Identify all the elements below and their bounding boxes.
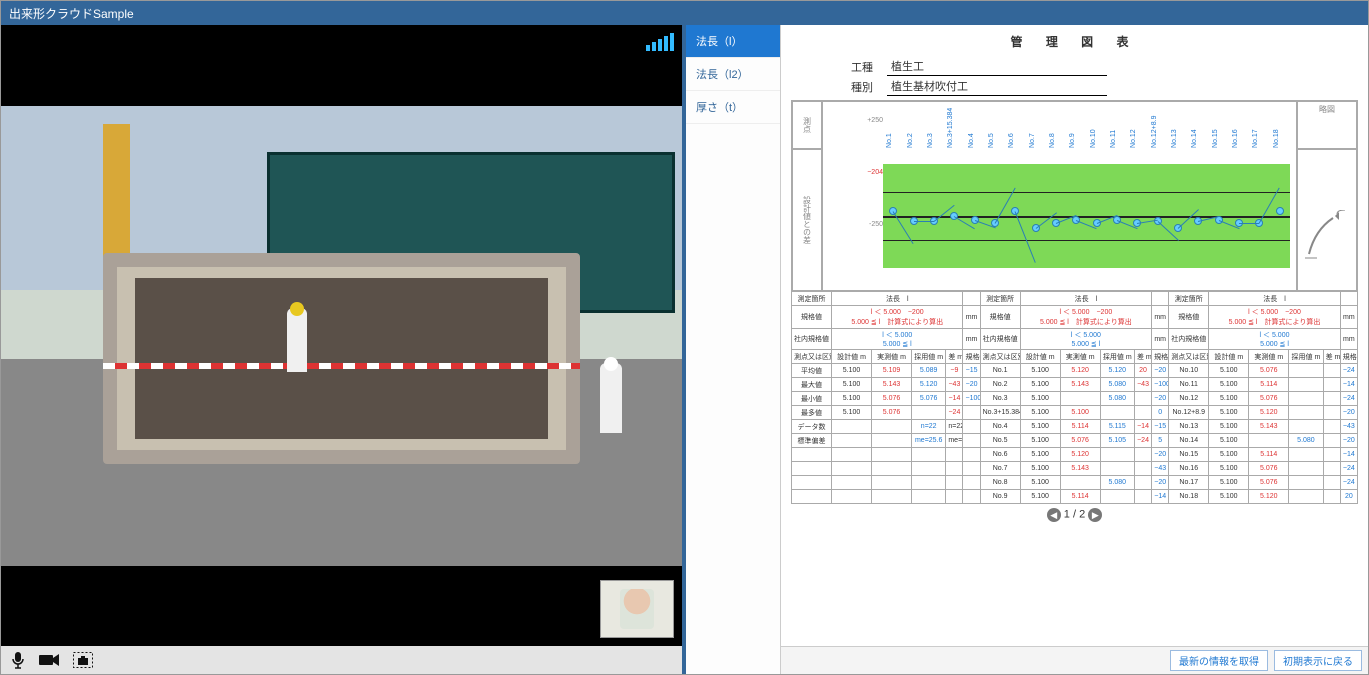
pager-next-button[interactable]: ▶ xyxy=(1088,508,1102,522)
x-tick-label: No.9 xyxy=(1069,133,1076,148)
x-tick-label: No.14 xyxy=(1191,129,1198,148)
sketch-icon xyxy=(1305,210,1349,262)
table-row: 最小値5.1005.0765.076−14−100No.35.1005.080−… xyxy=(792,392,1358,406)
x-tick-label: No.8 xyxy=(1049,133,1056,148)
pager-prev-button[interactable]: ◀ xyxy=(1047,508,1061,522)
x-tick-label: No.12 xyxy=(1130,129,1137,148)
site-photo xyxy=(1,106,682,566)
x-tick-label: No.7 xyxy=(1029,133,1036,148)
capture-icon[interactable] xyxy=(73,652,93,668)
table-row: No.95.1005.114−14No.185.1005.12020 xyxy=(792,490,1358,504)
sidebar-item-t[interactable]: 厚さ（t） xyxy=(686,91,780,124)
table-row: No.65.1005.120−20No.155.1005.114−14 xyxy=(792,448,1358,462)
x-tick-label: No.10 xyxy=(1090,129,1097,148)
row-label-diff: 設計値との差 xyxy=(792,149,822,291)
x-tick-label: No.5 xyxy=(988,133,995,148)
control-chart: No.1 No.2 No.3 No.3+15.384 No.4 No.5 No.6 No.7 N… xyxy=(823,102,1296,290)
table-row: 最多値5.1005.076−24No.3+15.3845.1005.1000No… xyxy=(792,406,1358,420)
table-row: 平均値5.1005.1095.089−9−15No.15.1005.1205.1… xyxy=(792,364,1358,378)
refresh-button[interactable]: 最新の情報を取得 xyxy=(1170,650,1268,671)
table-row: 標準偏差me=25.6me=57.0No.55.1005.0765.105−24… xyxy=(792,434,1358,448)
sidebar-item-l[interactable]: 法長（l） xyxy=(686,25,780,58)
doc-title: 管 理 図 表 xyxy=(791,33,1358,50)
x-tick-label: No.13 xyxy=(1171,129,1178,148)
x-tick-label: No.6 xyxy=(1008,133,1015,148)
video-panel xyxy=(1,25,686,674)
table-row: 最大値5.1005.1435.120−43−20No.25.1005.1435.… xyxy=(792,378,1358,392)
pager: ◀ 1 / 2 ▶ xyxy=(791,504,1358,528)
x-tick-label: No.2 xyxy=(907,133,914,148)
label-略図: 略図 xyxy=(1297,101,1357,149)
video-area xyxy=(1,25,682,646)
video-toolbar xyxy=(1,646,682,674)
x-tick-label: No.15 xyxy=(1212,129,1219,148)
x-tick-label: No.3+15.384 xyxy=(947,108,954,148)
table-row: No.85.1005.080−20No.175.1005.076−24 xyxy=(792,476,1358,490)
table-row: データ数n=22n=22No.45.1005.1145.115−14−15No.… xyxy=(792,420,1358,434)
x-tick-label: No.12+8.9 xyxy=(1151,116,1158,149)
x-tick-label: No.1 xyxy=(886,133,893,148)
title-bar: 出来形クラウドSample xyxy=(1,1,1368,25)
reset-button[interactable]: 初期表示に戻る xyxy=(1274,650,1362,671)
x-tick-label: No.16 xyxy=(1232,129,1239,148)
report-document: 管 理 図 表 工種植生工 種別植生基材吹付工 測点 No.1No.2No.3N… xyxy=(781,25,1368,646)
camera-icon[interactable] xyxy=(39,653,59,667)
dimension-sidebar: 法長（l） 法長（l2） 厚さ（t） xyxy=(686,25,781,674)
bottom-bar: 最新の情報を取得 初期表示に戻る xyxy=(781,646,1368,674)
chart-point xyxy=(1276,207,1284,215)
spec-table: 測定箇所法長 l 測定箇所法長 l 測定箇所法長 l 規格値l ＜ 5.000 … xyxy=(791,291,1358,504)
x-tick-label: No.4 xyxy=(968,133,975,148)
microphone-icon[interactable] xyxy=(11,651,25,669)
x-tick-label: No.17 xyxy=(1252,129,1259,148)
row-label-測点: 測点 xyxy=(792,101,822,149)
sketch-cell xyxy=(1297,149,1357,291)
x-tick-label: No.3 xyxy=(927,133,934,148)
sidebar-item-l2[interactable]: 法長（l2） xyxy=(686,58,780,91)
x-tick-label: No.11 xyxy=(1110,130,1117,148)
table-row: No.75.1005.143−43No.165.1005.076−24 xyxy=(792,462,1358,476)
x-tick-label: No.18 xyxy=(1273,129,1280,148)
pip-self-view[interactable] xyxy=(600,580,674,638)
signal-strength-icon xyxy=(646,33,674,51)
app-title: 出来形クラウドSample xyxy=(9,5,134,22)
